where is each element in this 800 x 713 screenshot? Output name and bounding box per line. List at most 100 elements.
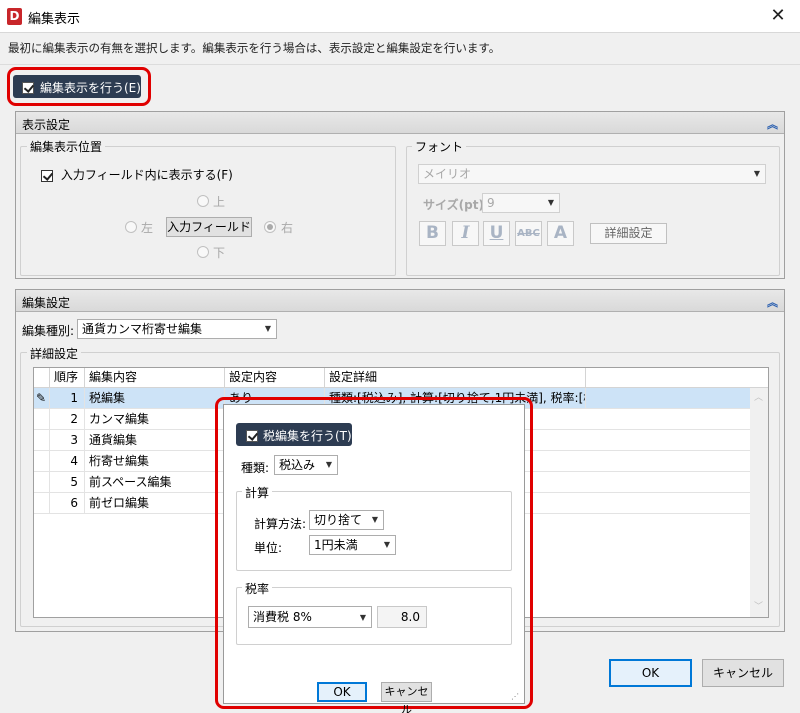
edit-row-icon: ✎: [34, 388, 50, 409]
description-text: 最初に編集表示の有無を選択します。編集表示を行う場合は、表示設定と編集設定を行い…: [8, 41, 501, 55]
table-header: 順序 編集内容 設定内容 設定詳細: [34, 368, 768, 388]
unit-select[interactable]: 1円未満 ▼: [309, 535, 396, 555]
font-size-value: 9: [487, 196, 495, 210]
font-color-icon[interactable]: A: [547, 221, 574, 246]
header-setting[interactable]: 設定内容: [225, 368, 325, 388]
scroll-down-icon[interactable]: ﹀: [754, 599, 763, 612]
chevron-down-icon: ▼: [383, 540, 390, 549]
kind-value: 税込み: [279, 458, 316, 472]
divider: [0, 64, 800, 65]
font-name-value: メイリオ: [423, 167, 472, 181]
row-content: 税編集: [85, 388, 225, 409]
vertical-scrollbar[interactable]: ︿ ﹀: [750, 388, 768, 617]
checkbox-checked-icon: [41, 169, 53, 182]
enable-edit-display-checkbox[interactable]: 編集表示を行う(E): [13, 75, 141, 98]
scroll-up-icon[interactable]: ︿: [754, 390, 763, 403]
close-icon[interactable]: ✕: [764, 3, 792, 31]
strikethrough-icon[interactable]: ABC: [515, 221, 542, 246]
chevron-down-icon: ▼: [547, 198, 554, 207]
radio-right[interactable]: [264, 221, 276, 233]
radio-top[interactable]: [197, 195, 209, 207]
radio-left-label: 左: [141, 221, 154, 235]
row-order: 2: [50, 409, 85, 430]
rate-group-label: 税率: [242, 580, 273, 597]
edit-settings-header[interactable]: 編集設定 ︽: [16, 290, 784, 312]
tax-edit-checkbox[interactable]: 税編集を行う(T): [236, 423, 352, 446]
cancel-button[interactable]: キャンセル: [702, 659, 784, 687]
kind-label: 種類:: [241, 461, 270, 475]
display-settings-header[interactable]: 表示設定 ︽: [16, 112, 784, 134]
font-group-label: フォント: [412, 138, 467, 155]
chevron-down-icon: ▼: [371, 515, 378, 524]
display-settings-title: 表示設定: [22, 118, 71, 132]
unit-value: 1円未満: [314, 538, 358, 552]
rate-select[interactable]: 消費税 8% ▼: [248, 606, 372, 628]
row-order: 6: [50, 493, 85, 514]
row-content: 前ゼロ編集: [85, 493, 225, 514]
collapse-icon[interactable]: ︽: [767, 116, 778, 132]
radio-left[interactable]: [125, 221, 137, 233]
edit-type-label: 編集種別:: [22, 324, 75, 338]
enable-edit-display-label: 編集表示を行う(E): [40, 81, 141, 95]
app-icon: D: [7, 8, 22, 25]
edit-settings-title: 編集設定: [22, 296, 71, 310]
row-order: 3: [50, 430, 85, 451]
font-size-label: サイズ(pt):: [423, 198, 489, 212]
row-marker: [34, 409, 50, 430]
unit-label: 単位:: [254, 541, 283, 555]
rate-name-value: 消費税 8%: [253, 610, 312, 624]
row-content: 桁寄せ編集: [85, 451, 225, 472]
radio-bottom-label: 下: [213, 246, 226, 260]
row-order: 4: [50, 451, 85, 472]
title-bar: D 編集表示 ✕: [0, 0, 800, 33]
row-marker: [34, 493, 50, 514]
kind-select[interactable]: 税込み ▼: [274, 455, 338, 475]
popup-ok-button[interactable]: OK: [317, 682, 367, 702]
detail-group-label: 詳細設定: [27, 345, 82, 362]
calc-group-label: 計算: [242, 484, 273, 501]
font-detail-button[interactable]: 詳細設定: [590, 223, 667, 244]
row-marker: [34, 451, 50, 472]
edit-type-select[interactable]: 通貨カンマ桁寄せ編集 ▼: [77, 319, 277, 339]
display-settings-panel: 表示設定 ︽ 編集表示位置 入力フィールド内に表示する(F) 上 左 入力フィー…: [15, 111, 785, 279]
chevron-down-icon: ▼: [359, 613, 366, 622]
row-order: 5: [50, 472, 85, 493]
row-marker: [34, 430, 50, 451]
chevron-down-icon: ▼: [753, 169, 760, 178]
window-title: 編集表示: [28, 12, 81, 27]
chevron-down-icon: ▼: [264, 324, 271, 333]
method-value: 切り捨て: [314, 513, 363, 527]
italic-icon[interactable]: I: [452, 221, 479, 246]
inside-field-checkbox[interactable]: 入力フィールド内に表示する(F): [41, 166, 233, 183]
collapse-icon[interactable]: ︽: [767, 294, 778, 310]
popup-cancel-button[interactable]: キャンセル: [381, 682, 432, 713]
method-select[interactable]: 切り捨て ▼: [309, 510, 384, 530]
method-label: 計算方法:: [254, 517, 307, 531]
header-content[interactable]: 編集内容: [85, 368, 225, 388]
tax-edit-label: 税編集を行う(T): [263, 429, 352, 443]
row-content: 前スペース編集: [85, 472, 225, 493]
edit-type-value: 通貨カンマ桁寄せ編集: [82, 322, 203, 336]
font-size-select[interactable]: 9 ▼: [482, 193, 560, 213]
row-marker: [34, 472, 50, 493]
rate-value-field: 8.0: [377, 606, 427, 628]
row-order: 1: [50, 388, 85, 409]
header-detail[interactable]: 設定詳細: [325, 368, 586, 388]
inside-field-label: 入力フィールド内に表示する(F): [60, 168, 233, 182]
ok-button[interactable]: OK: [609, 659, 692, 687]
checkbox-checked-icon: [246, 429, 258, 442]
checkbox-checked-icon: [22, 81, 34, 94]
radio-top-label: 上: [213, 195, 226, 209]
underline-icon[interactable]: U: [483, 221, 510, 246]
header-order[interactable]: 順序: [50, 368, 85, 388]
header-marker: [34, 368, 50, 388]
tax-edit-popup: 税編集を行う(T) 種類: 税込み ▼ 計算 計算方法: 切り捨て ▼ 単位: …: [223, 404, 525, 713]
radio-bottom[interactable]: [197, 246, 209, 258]
bold-icon[interactable]: B: [419, 221, 446, 246]
font-name-select[interactable]: メイリオ ▼: [418, 164, 766, 184]
input-field-button[interactable]: 入力フィールド: [166, 217, 252, 237]
position-group-label: 編集表示位置: [27, 138, 106, 155]
row-content: カンマ編集: [85, 409, 225, 430]
resize-grip-icon[interactable]: ⋰: [511, 692, 519, 701]
chevron-down-icon: ▼: [325, 460, 332, 469]
